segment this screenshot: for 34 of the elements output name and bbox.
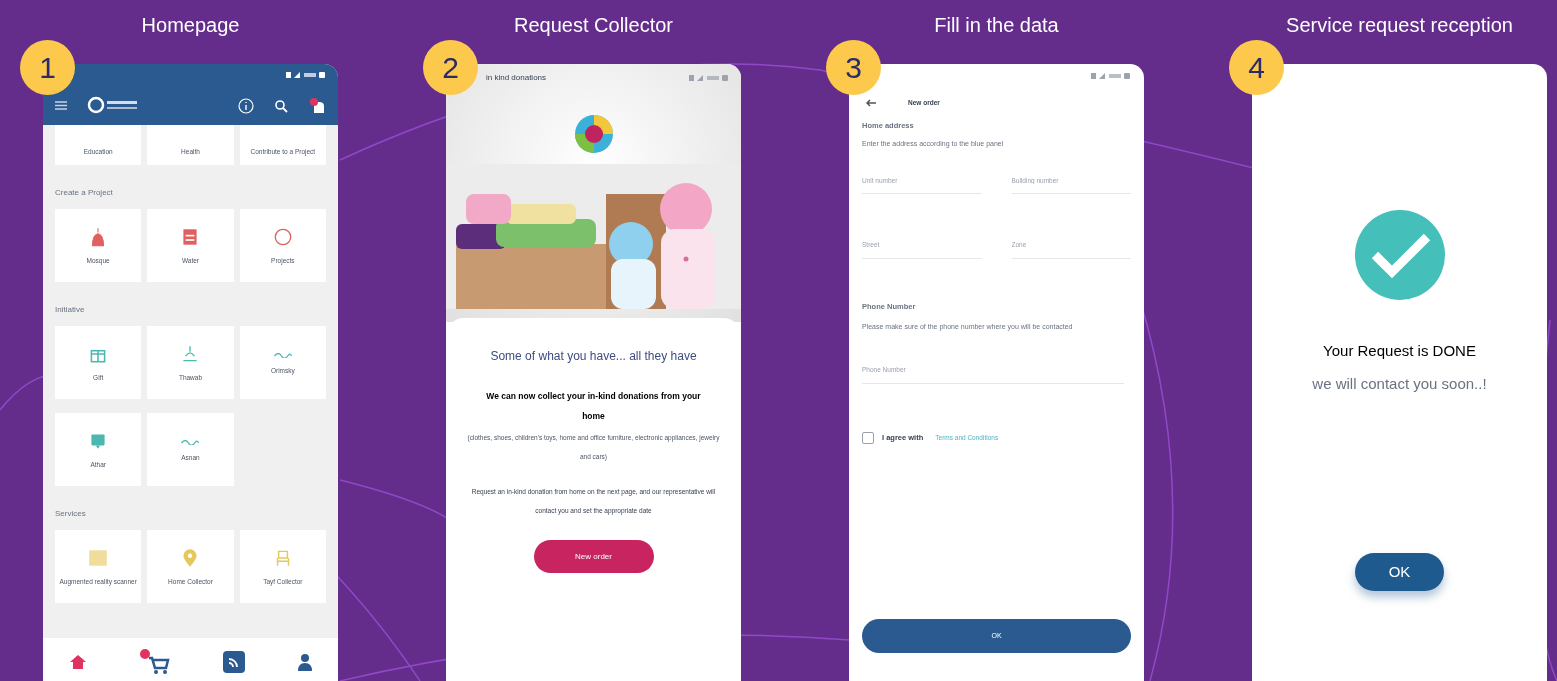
step-number-badge: 2 xyxy=(423,40,478,95)
bell-icon[interactable] xyxy=(308,96,326,115)
status-icons xyxy=(689,74,729,82)
person-icon[interactable] xyxy=(297,652,312,671)
screen-title: in kind donations xyxy=(485,72,547,84)
cart-icon[interactable] xyxy=(140,648,171,675)
step-number-badge: 3 xyxy=(826,40,881,95)
step-number-badge: 1 xyxy=(20,40,75,95)
section-title: Initiative xyxy=(55,304,86,316)
feed-icon[interactable] xyxy=(222,650,245,673)
menu-icon[interactable] xyxy=(55,101,67,110)
logo-icon xyxy=(87,95,139,116)
info-icon[interactable] xyxy=(238,97,254,114)
search-icon[interactable] xyxy=(274,98,288,113)
step-title: Fill in the data xyxy=(934,13,1059,38)
ok-button[interactable]: OK xyxy=(1355,553,1444,591)
section-title: Services xyxy=(55,508,87,520)
new-order-button[interactable]: New order xyxy=(533,540,654,573)
step-number-badge: 4 xyxy=(1229,40,1284,95)
step-title: Request Collector xyxy=(514,13,673,38)
logo-icon xyxy=(573,114,614,154)
section-title: Create a Project xyxy=(55,187,114,199)
lead-text: We can now collect your in-kind donations from your home xyxy=(485,390,702,423)
home-icon[interactable] xyxy=(69,653,88,670)
success-subtitle: we will contact you soon..! xyxy=(1312,373,1487,394)
step-title: Homepage xyxy=(141,13,240,38)
status-icons xyxy=(286,71,326,79)
check-circle-icon xyxy=(1354,210,1445,300)
back-arrow-icon[interactable] xyxy=(866,98,876,107)
heading: Some of what you have... all they have xyxy=(489,348,698,365)
success-title: Your Request is DONE xyxy=(1323,341,1476,361)
status-icons xyxy=(1091,72,1131,80)
checkbox[interactable] xyxy=(862,432,874,444)
step-title: Service request reception xyxy=(1286,13,1513,38)
